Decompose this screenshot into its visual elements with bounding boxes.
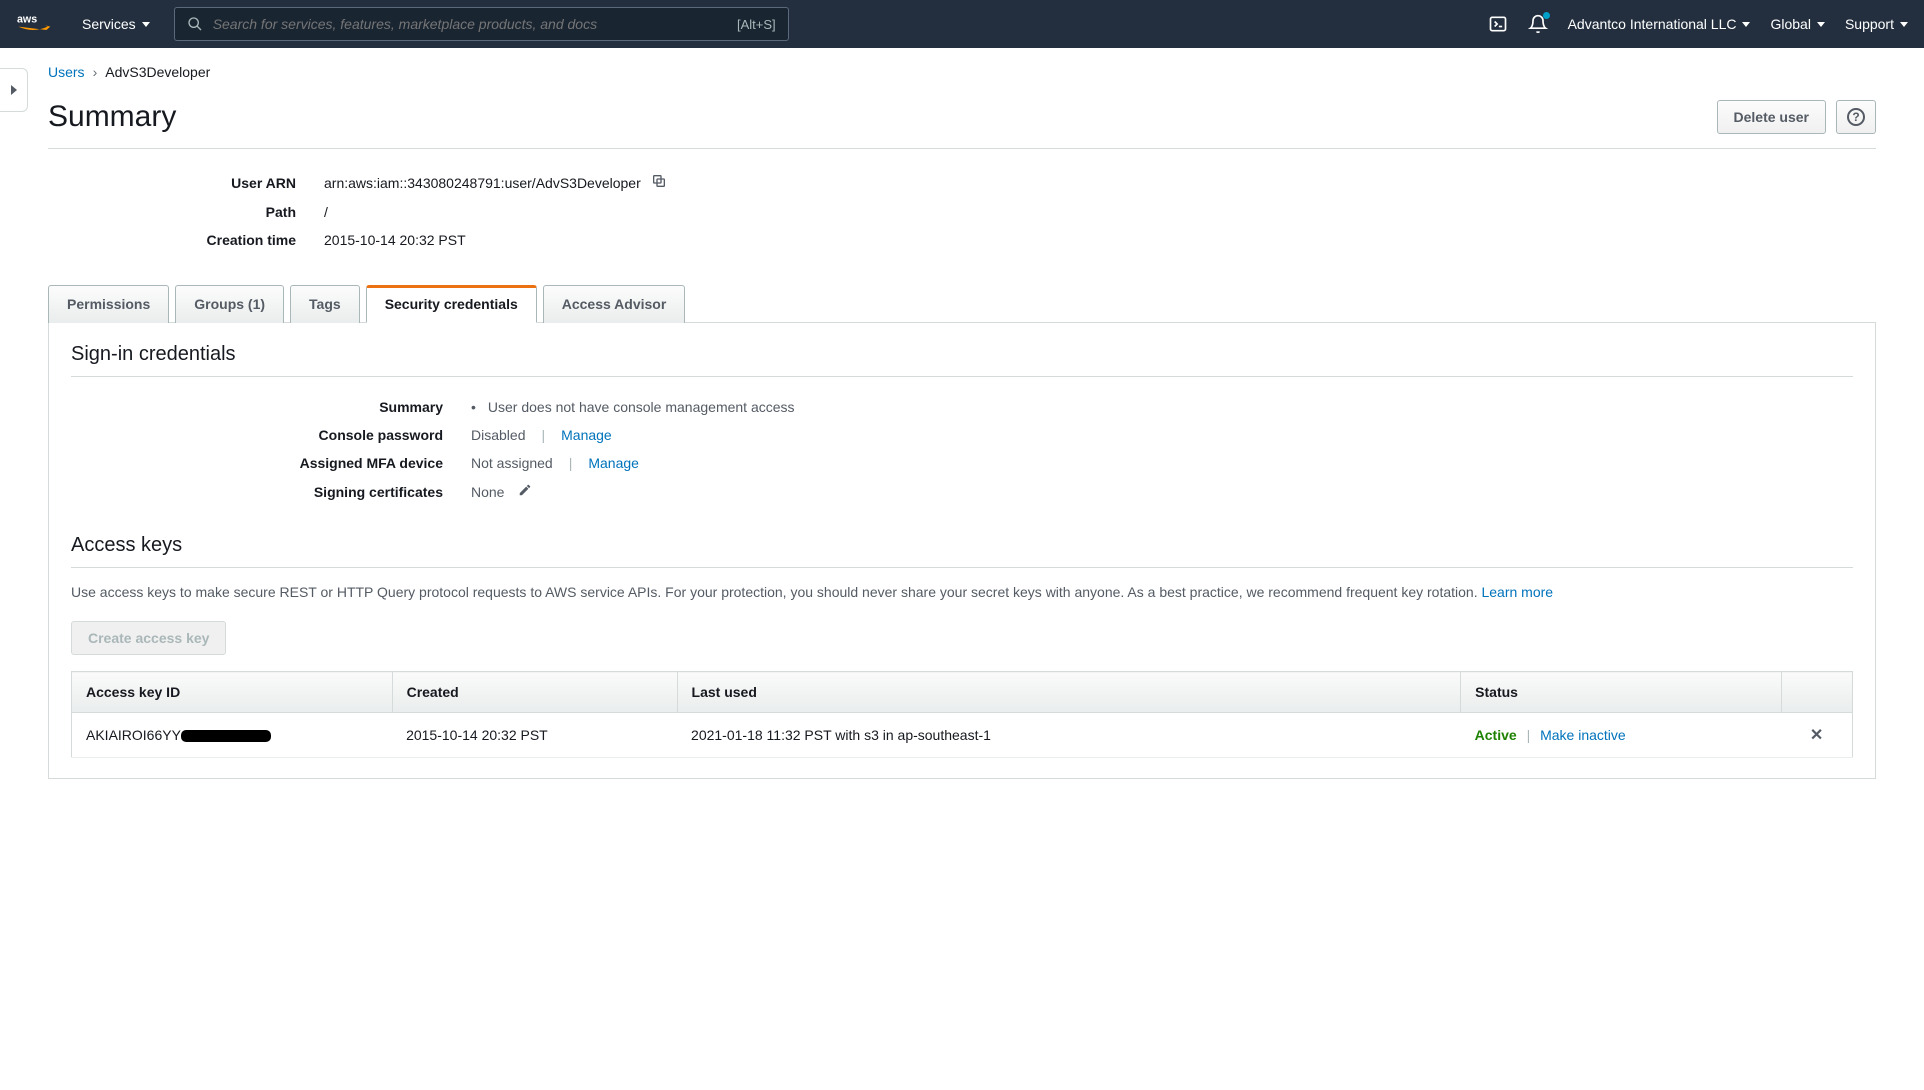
breadcrumb-users-link[interactable]: Users — [48, 64, 85, 80]
region-label: Global — [1770, 16, 1810, 32]
make-inactive-link[interactable]: Make inactive — [1540, 727, 1626, 743]
services-menu[interactable]: Services — [82, 16, 150, 32]
side-drawer-toggle[interactable] — [0, 68, 28, 112]
key-id-visible: AKIAIROI66YY — [86, 727, 181, 743]
mfa-value: Not assigned — [471, 455, 553, 471]
access-keys-table: Access key ID Created Last used Status A… — [71, 671, 1853, 758]
delete-user-button[interactable]: Delete user — [1717, 100, 1826, 134]
signing-cert-label: Signing certificates — [71, 484, 471, 500]
caret-down-icon — [1900, 22, 1908, 27]
col-status[interactable]: Status — [1461, 672, 1782, 713]
tabs: Permissions Groups (1) Tags Security cre… — [48, 284, 1876, 323]
tab-tags[interactable]: Tags — [290, 285, 360, 323]
signing-cert-value: None — [471, 484, 504, 500]
divider: | — [1527, 727, 1531, 743]
caret-down-icon — [142, 22, 150, 27]
search-shortcut-hint: [Alt+S] — [737, 17, 776, 32]
services-label: Services — [82, 16, 136, 32]
console-password-label: Console password — [71, 427, 471, 443]
col-last-used[interactable]: Last used — [677, 672, 1461, 713]
col-actions — [1781, 672, 1852, 713]
account-menu[interactable]: Advantco International LLC — [1568, 16, 1751, 32]
table-row: AKIAIROI66YY 2015-10-14 20:32 PST 2021-0… — [72, 713, 1853, 758]
manage-console-password-link[interactable]: Manage — [561, 427, 612, 443]
signin-heading: Sign-in credentials — [71, 343, 1853, 377]
cloudshell-icon[interactable] — [1488, 14, 1508, 34]
access-keys-description: Use access keys to make secure REST or H… — [71, 582, 1853, 603]
copy-icon[interactable] — [651, 173, 667, 192]
notification-dot — [1543, 12, 1550, 19]
caret-down-icon — [1817, 22, 1825, 27]
account-label: Advantco International LLC — [1568, 16, 1737, 32]
divider: | — [541, 427, 545, 443]
tab-access-advisor[interactable]: Access Advisor — [543, 285, 686, 323]
cell-status: Active | Make inactive — [1461, 713, 1782, 758]
help-button[interactable]: ? — [1836, 100, 1876, 134]
cell-last-used: 2021-01-18 11:32 PST with s3 in ap-south… — [677, 713, 1461, 758]
manage-mfa-link[interactable]: Manage — [588, 455, 639, 471]
search-bar[interactable]: [Alt+S] — [174, 7, 789, 41]
top-nav: aws Services [Alt+S] Advantco Internatio… — [0, 0, 1924, 48]
support-menu[interactable]: Support — [1845, 16, 1908, 32]
path-value: / — [324, 204, 328, 220]
security-panel: Sign-in credentials Summary User does no… — [48, 323, 1876, 779]
search-input[interactable] — [213, 16, 727, 32]
arn-label: User ARN — [48, 175, 324, 191]
region-menu[interactable]: Global — [1770, 16, 1824, 32]
status-badge: Active — [1475, 727, 1517, 743]
tab-security-credentials[interactable]: Security credentials — [366, 285, 537, 323]
access-keys-desc-text: Use access keys to make secure REST or H… — [71, 584, 1481, 600]
mfa-label: Assigned MFA device — [71, 455, 471, 471]
main-content: Users › AdvS3Developer Summary Delete us… — [0, 48, 1924, 819]
tab-permissions[interactable]: Permissions — [48, 285, 169, 323]
aws-logo[interactable]: aws — [16, 12, 58, 36]
notifications-icon[interactable] — [1528, 14, 1548, 34]
support-label: Support — [1845, 16, 1894, 32]
cell-delete: ✕ — [1781, 713, 1852, 758]
breadcrumb: Users › AdvS3Developer — [48, 64, 1876, 80]
page-title: Summary — [48, 100, 176, 134]
learn-more-link[interactable]: Learn more — [1481, 584, 1553, 600]
console-password-value: Disabled — [471, 427, 525, 443]
redacted-text — [181, 730, 271, 742]
caret-down-icon — [1742, 22, 1750, 27]
path-label: Path — [48, 204, 324, 220]
svg-text:aws: aws — [17, 14, 37, 26]
divider: | — [569, 455, 573, 471]
close-icon[interactable]: ✕ — [1810, 727, 1823, 744]
tab-groups[interactable]: Groups (1) — [175, 285, 284, 323]
help-icon: ? — [1847, 108, 1865, 126]
signin-summary-label: Summary — [71, 399, 471, 415]
created-value: 2015-10-14 20:32 PST — [324, 232, 466, 248]
arn-value: arn:aws:iam::343080248791:user/AdvS3Deve… — [324, 175, 641, 191]
cell-created: 2015-10-14 20:32 PST — [392, 713, 677, 758]
col-access-key-id[interactable]: Access key ID — [72, 672, 393, 713]
chevron-right-icon: › — [93, 64, 98, 80]
signin-credentials: Summary User does not have console manag… — [71, 393, 1853, 506]
user-summary: User ARN arn:aws:iam::343080248791:user/… — [48, 167, 1876, 254]
cell-key-id: AKIAIROI66YY — [72, 713, 393, 758]
create-access-key-button[interactable]: Create access key — [71, 621, 226, 655]
search-icon — [187, 16, 203, 32]
col-created[interactable]: Created — [392, 672, 677, 713]
access-keys-heading: Access keys — [71, 534, 1853, 568]
pencil-icon[interactable] — [518, 483, 532, 500]
created-label: Creation time — [48, 232, 324, 248]
signin-summary-text: User does not have console management ac… — [488, 399, 795, 415]
page-header: Summary Delete user ? — [48, 100, 1876, 149]
breadcrumb-current: AdvS3Developer — [105, 64, 210, 80]
